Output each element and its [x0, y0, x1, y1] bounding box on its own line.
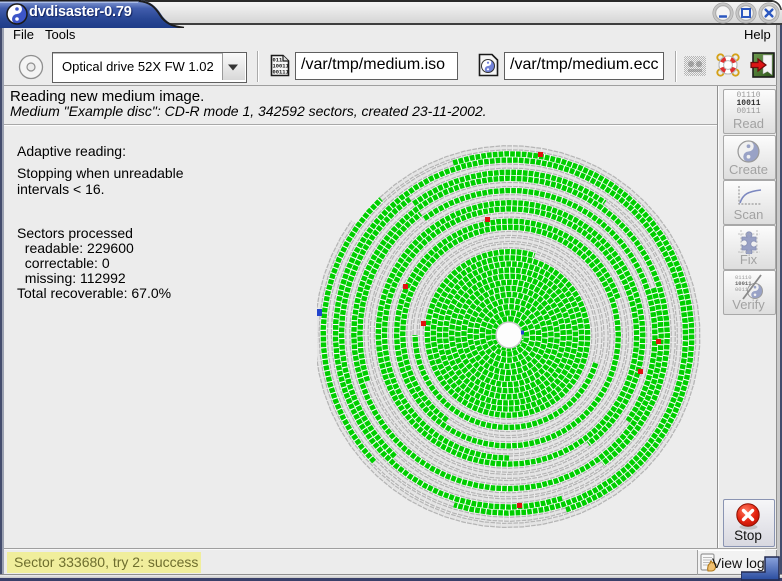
svg-text:00111: 00111 — [273, 70, 289, 76]
